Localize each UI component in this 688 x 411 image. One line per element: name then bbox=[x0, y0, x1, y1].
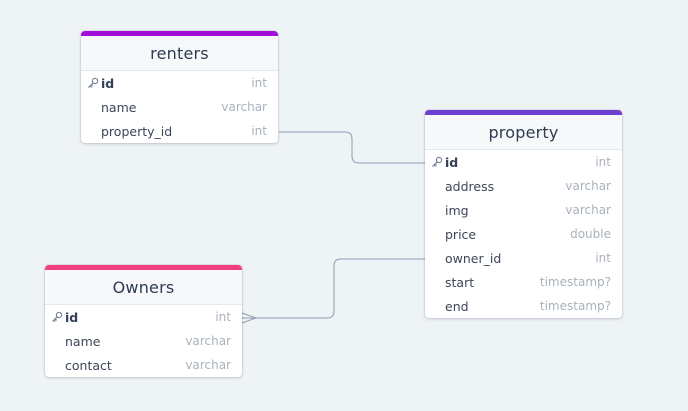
table-renters[interactable]: renters id int name varchar property_id int bbox=[81, 31, 278, 143]
relation-renters-property[interactable] bbox=[279, 131, 425, 164]
field-row[interactable]: start timestamp? bbox=[425, 270, 622, 294]
table-property[interactable]: property id int address varchar img varchar pr… bbox=[425, 110, 622, 318]
field-type: varchar bbox=[221, 100, 267, 114]
field-name: owner_id bbox=[445, 250, 502, 266]
key-icon bbox=[432, 156, 443, 167]
table-title: property bbox=[425, 115, 622, 150]
field-row[interactable]: name varchar bbox=[81, 95, 278, 119]
field-name: address bbox=[445, 178, 495, 194]
field-type: timestamp? bbox=[539, 299, 611, 313]
diagram-canvas: renters id int name varchar property_id int p… bbox=[0, 0, 688, 411]
table-title: renters bbox=[81, 36, 278, 71]
field-name: name bbox=[65, 333, 101, 349]
field-row[interactable]: id int bbox=[81, 71, 278, 95]
field-name: contact bbox=[65, 357, 112, 373]
field-name: img bbox=[445, 202, 469, 218]
field-type: double bbox=[570, 227, 611, 241]
field-row[interactable]: id int bbox=[45, 305, 242, 329]
field-name: id bbox=[65, 309, 79, 325]
field-type: int bbox=[595, 251, 611, 265]
field-type: varchar bbox=[565, 179, 611, 193]
field-name: end bbox=[445, 298, 469, 314]
field-name: start bbox=[445, 274, 475, 290]
field-name: price bbox=[445, 226, 477, 242]
field-row[interactable]: price double bbox=[425, 222, 622, 246]
relation-property-owners[interactable] bbox=[242, 258, 425, 319]
field-type: varchar bbox=[185, 334, 231, 348]
field-type: int bbox=[595, 155, 611, 169]
key-icon bbox=[52, 311, 63, 322]
field-type: timestamp? bbox=[539, 275, 611, 289]
field-row[interactable]: address varchar bbox=[425, 174, 622, 198]
field-row[interactable]: name varchar bbox=[45, 329, 242, 353]
field-type: int bbox=[215, 310, 231, 324]
field-row[interactable]: id int bbox=[425, 150, 622, 174]
field-name: id bbox=[445, 154, 459, 170]
field-name: name bbox=[101, 99, 137, 115]
field-row[interactable]: contact varchar bbox=[45, 353, 242, 377]
field-type: int bbox=[251, 124, 267, 138]
field-row[interactable]: img varchar bbox=[425, 198, 622, 222]
field-type: varchar bbox=[565, 203, 611, 217]
field-type: int bbox=[251, 76, 267, 90]
table-title: Owners bbox=[45, 270, 242, 305]
field-row[interactable]: end timestamp? bbox=[425, 294, 622, 318]
field-row[interactable]: property_id int bbox=[81, 119, 278, 143]
key-icon bbox=[88, 77, 99, 88]
field-row[interactable]: owner_id int bbox=[425, 246, 622, 270]
field-name: property_id bbox=[101, 123, 173, 139]
field-name: id bbox=[101, 75, 115, 91]
table-owners[interactable]: Owners id int name varchar contact varchar bbox=[45, 265, 242, 377]
field-type: varchar bbox=[185, 358, 231, 372]
